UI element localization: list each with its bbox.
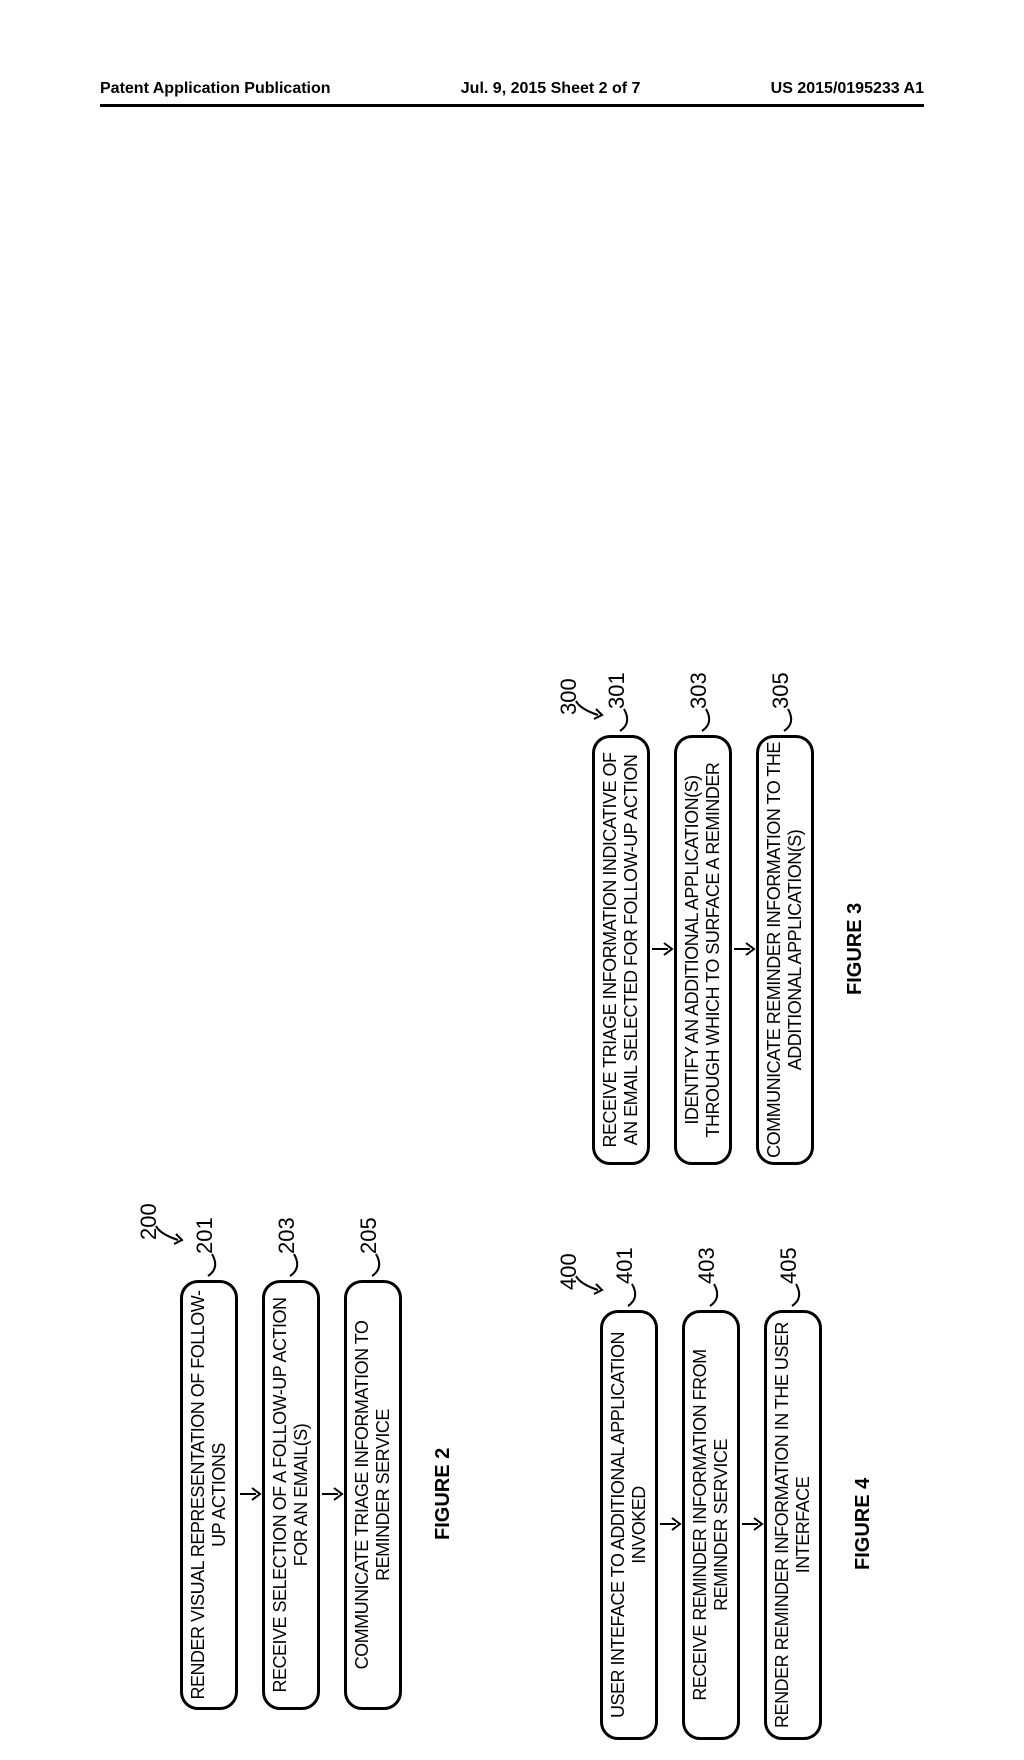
fig3-step-1-num: 301 [604,672,630,709]
page: Patent Application Publication Jul. 9, 2… [0,0,1024,1320]
fig2-step-3-box: COMMUNICATE TRIAGE INFORMATION TO REMIND… [344,1280,402,1710]
fig3-step-3-num: 305 [768,672,794,709]
figure-4-title: FIGURE 4 [852,1478,875,1570]
flow-step-text: IDENTIFY AN ADDITIONAL APPLICATION(S) TH… [682,742,724,1158]
leader-arrow-icon [154,1222,184,1246]
fig3-step-3-box: COMMUNICATE REMINDER INFORMATION TO THE … [756,735,814,1165]
flow-step-text: RECEIVE TRIAGE INFORMATION INDICATIVE OF… [600,742,642,1158]
flow-step-text: COMMUNICATE REMINDER INFORMATION TO THE … [764,742,806,1158]
fig2-step-1-num: 201 [192,1217,218,1254]
figure-2-title: FIGURE 2 [432,1448,455,1540]
flow-step-text: RENDER REMINDER INFORMATION IN THE USER … [772,1317,814,1733]
flow-step-text: RECEIVE REMINDER INFORMATION FROM REMIND… [690,1317,732,1733]
flow-step-text: USER INTEFACE TO ADDITIONAL APPLICATION … [608,1317,650,1733]
header-center: Jul. 9, 2015 Sheet 2 of 7 [461,80,641,98]
fig4-step-2-num: 403 [694,1247,720,1284]
fig4-step-2-box: RECEIVE REMINDER INFORMATION FROM REMIND… [682,1310,740,1740]
header-right: US 2015/0195233 A1 [771,80,924,98]
fig4-step-1-num: 401 [612,1247,638,1284]
fig4-step-1-box: USER INTEFACE TO ADDITIONAL APPLICATION … [600,1310,658,1740]
figure-sheet: 200 RENDER VISUAL REPRESENTATION OF FOLL… [100,140,924,1240]
fig3-step-1-box: RECEIVE TRIAGE INFORMATION INDICATIVE OF… [592,735,650,1165]
fig2-step-1-box: RENDER VISUAL REPRESENTATION OF FOLLOW-U… [180,1280,238,1710]
page-header: Patent Application Publication Jul. 9, 2… [100,80,924,98]
arrow-down-icon [652,939,674,959]
arrow-down-icon [322,1484,344,1504]
fig4-step-3-box: RENDER REMINDER INFORMATION IN THE USER … [764,1310,822,1740]
fig2-step-2-box: RECEIVE SELECTION OF A FOLLOW-UP ACTION … [262,1280,320,1710]
header-rule [100,104,924,107]
fig2-step-3-num: 205 [356,1217,382,1254]
figure-3-title: FIGURE 3 [844,903,867,995]
fig3-step-2-num: 303 [686,672,712,709]
fig4-step-3-num: 405 [776,1247,802,1284]
fig3-step-2-box: IDENTIFY AN ADDITIONAL APPLICATION(S) TH… [674,735,732,1165]
arrow-down-icon [742,1514,764,1534]
leader-arrow-icon [574,697,604,721]
header-left: Patent Application Publication [100,80,331,98]
leader-arrow-icon [574,1272,604,1296]
arrow-down-icon [660,1514,682,1534]
flow-step-text: RENDER VISUAL REPRESENTATION OF FOLLOW-U… [188,1287,230,1703]
flow-step-text: RECEIVE SELECTION OF A FOLLOW-UP ACTION … [270,1287,312,1703]
arrow-down-icon [734,939,756,959]
arrow-down-icon [240,1484,262,1504]
fig2-step-2-num: 203 [274,1217,300,1254]
flow-step-text: COMMUNICATE TRIAGE INFORMATION TO REMIND… [352,1287,394,1703]
